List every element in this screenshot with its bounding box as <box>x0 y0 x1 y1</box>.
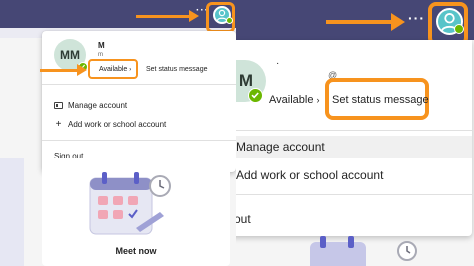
profile-email: m <box>98 52 103 58</box>
divider <box>236 130 472 131</box>
profile-name: · <box>276 58 280 69</box>
status-dropdown[interactable]: Available › <box>269 94 320 106</box>
profile-name: M <box>98 41 105 50</box>
set-status-message-button[interactable]: Set status message <box>332 94 429 106</box>
set-status-message-button[interactable]: Set status message <box>146 66 207 73</box>
sign-out-label: n out <box>236 212 251 226</box>
status-label: Available <box>269 94 314 106</box>
manage-account-label: Manage account <box>68 101 128 110</box>
more-options-button[interactable]: ··· <box>408 10 425 26</box>
alarm-clock-icon <box>397 241 417 261</box>
presence-available-icon <box>248 88 263 103</box>
calendar-icon <box>310 236 366 266</box>
arrow-icon <box>189 10 199 22</box>
add-account-item[interactable]: + Add work or school account <box>54 118 167 130</box>
avatar-initials: MM <box>60 48 80 62</box>
arrow-icon <box>326 20 392 24</box>
status-label: Available <box>99 66 128 73</box>
profile-menu: M · @ Available › Set status message Man… <box>236 40 472 236</box>
meet-now-label: Meet now <box>115 246 157 256</box>
chevron-right-icon: › <box>316 95 320 105</box>
plus-icon: + <box>55 118 62 130</box>
add-account-item[interactable]: Add work or school account <box>236 168 383 182</box>
profile-menu: MM M m Available › Set status message Ma… <box>42 31 236 172</box>
left-panel: ··· MM M m Available › Set status messag… <box>0 0 236 266</box>
id-card-icon <box>54 102 63 109</box>
arrow-icon <box>391 13 405 31</box>
manage-account-item[interactable]: Manage account <box>54 101 127 110</box>
add-account-label: Add work or school account <box>236 168 384 182</box>
manage-account-label: Manage account <box>236 140 325 154</box>
divider <box>42 84 236 85</box>
meet-now-card[interactable]: Meet now <box>42 158 230 266</box>
sign-out-item[interactable]: n out <box>236 212 251 226</box>
presence-available-icon <box>454 24 464 34</box>
right-panel-zoomed: ··· M · @ Available › Set status message… <box>236 0 474 266</box>
add-account-label: Add work or school account <box>68 120 167 129</box>
divider <box>42 140 236 141</box>
status-dropdown[interactable]: Available › <box>99 66 131 73</box>
calendar-icon <box>89 172 171 235</box>
arrow-icon <box>77 64 87 76</box>
chevron-right-icon: › <box>129 67 132 73</box>
presence-available-icon <box>226 17 233 24</box>
arrow-icon <box>40 69 78 72</box>
arrow-icon <box>136 15 190 18</box>
divider <box>236 194 472 195</box>
side-card <box>0 158 24 266</box>
manage-account-item[interactable]: Manage account <box>236 136 472 158</box>
